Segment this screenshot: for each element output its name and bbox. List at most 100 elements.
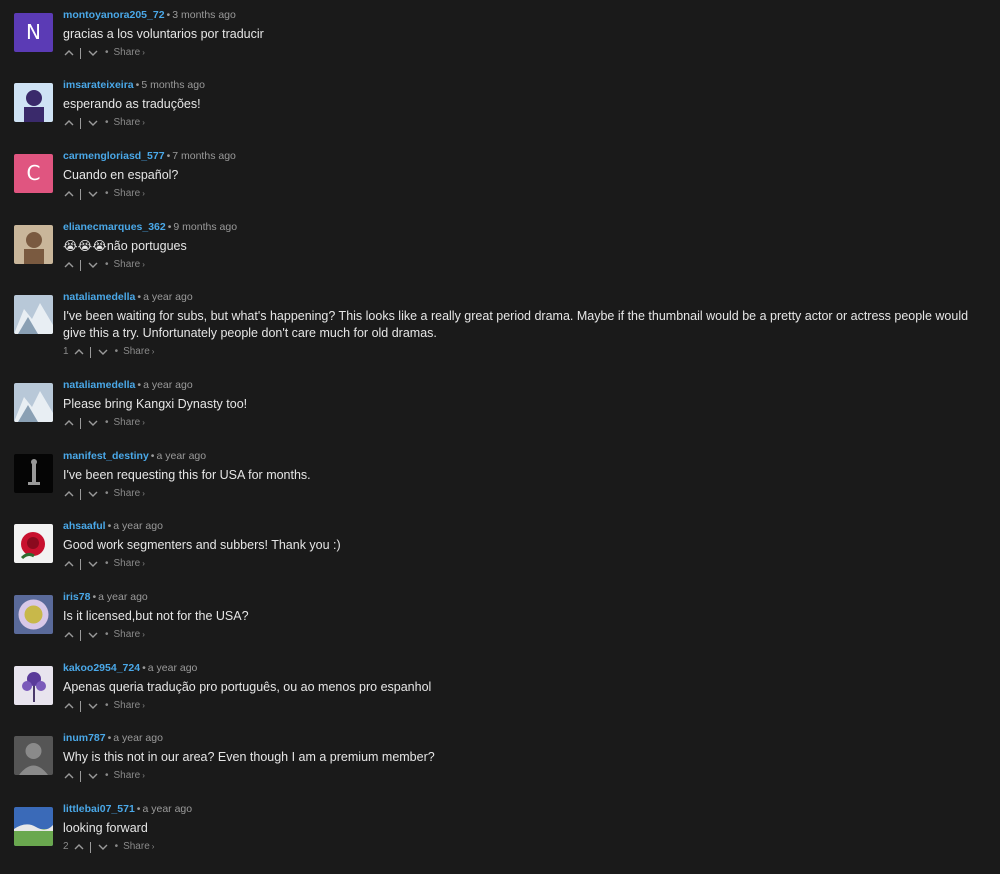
comment-actions: • Share › [63,768,978,784]
avatar[interactable] [14,454,53,493]
share-label: Share [113,488,141,499]
avatar[interactable] [14,666,53,705]
comments-list: Nmontoyanora205_72 • 3 months ago gracias a… [0,0,1000,874]
chevron-right-icon: › [142,771,145,780]
downvote-icon[interactable] [97,346,109,358]
downvote-icon[interactable] [87,47,99,59]
avatar[interactable] [14,83,53,122]
meta-separator: • [92,591,97,603]
avatar[interactable]: C [14,154,53,193]
upvote-icon[interactable] [63,117,75,129]
downvote-icon[interactable] [87,259,99,271]
chevron-right-icon: › [142,418,145,427]
meta-separator: • [167,221,172,233]
downvote-icon[interactable] [87,629,99,641]
avatar[interactable] [14,383,53,422]
action-separator: • [105,558,109,569]
comment-text: Apenas queria tradução pro português, ou… [63,680,432,694]
vote-divider [80,700,81,712]
comment-actions: • Share › [63,486,978,502]
share-button[interactable]: Share › [114,486,145,502]
avatar-letter: C [26,161,41,185]
comment-meta: littlebai07_571 • a year ago [63,802,978,816]
comment-actions: 2 • Share › [63,839,978,855]
share-button[interactable]: Share › [114,768,145,784]
avatar[interactable] [14,225,53,264]
action-separator: • [105,47,109,58]
upvote-icon[interactable] [63,417,75,429]
comment-text: 😭😭😭não portugues [63,239,187,253]
share-button[interactable]: Share › [114,45,145,61]
comment-content: manifest_destiny • a year ago I've been req… [63,449,978,502]
comment-meta: iris78 • a year ago [63,590,978,604]
avatar[interactable] [14,295,53,334]
comment-timestamp: a year ago [156,450,207,462]
username-link[interactable]: nataliamedella [63,291,135,303]
upvote-icon[interactable] [63,259,75,271]
vote-divider [80,417,81,429]
downvote-icon[interactable] [87,188,99,200]
upvote-icon[interactable] [63,558,75,570]
upvote-icon[interactable] [63,47,75,59]
username-link[interactable]: ahsaaful [63,520,106,532]
username-link[interactable]: manifest_destiny [63,450,149,462]
share-button[interactable]: Share › [114,415,145,431]
username-link[interactable]: montoyanora205_72 [63,9,165,21]
comment-text: Why is this not in our area? Even though… [63,750,435,764]
downvote-icon[interactable] [87,117,99,129]
username-link[interactable]: elianecmarques_362 [63,221,166,233]
downvote-icon[interactable] [87,770,99,782]
downvote-icon[interactable] [87,488,99,500]
comment-timestamp: 3 months ago [172,9,236,21]
comment-timestamp: 7 months ago [172,150,236,162]
action-separator: • [105,188,109,199]
like-count: 1 [63,346,69,357]
share-button[interactable]: Share › [114,556,145,572]
upvote-icon[interactable] [63,629,75,641]
landscape-avatar-icon [14,807,53,846]
upvote-icon[interactable] [63,488,75,500]
share-button[interactable]: Share › [114,115,145,131]
avatar[interactable]: N [14,13,53,52]
avatar[interactable] [14,736,53,775]
upvote-icon[interactable] [73,346,85,358]
avatar[interactable] [14,595,53,634]
comment-timestamp: a year ago [142,803,193,815]
downvote-icon[interactable] [87,417,99,429]
username-link[interactable]: carmengloriasd_577 [63,150,165,162]
comment-content: imsarateixeira • 5 months ago esperando as … [63,78,978,131]
downvote-icon[interactable] [87,558,99,570]
share-button[interactable]: Share › [123,344,154,360]
comment-actions: • Share › [63,556,978,572]
comment-text: I've been waiting for subs, but what's h… [63,309,969,340]
comment-content: nataliamedella • a year ago I've been waiti… [63,290,978,360]
share-button[interactable]: Share › [114,186,145,202]
username-link[interactable]: imsarateixeira [63,79,134,91]
share-label: Share [113,417,141,428]
upvote-icon[interactable] [73,841,85,853]
avatar[interactable] [14,524,53,563]
username-link[interactable]: iris78 [63,591,90,603]
share-button[interactable]: Share › [114,257,145,273]
share-label: Share [113,117,141,128]
upvote-icon[interactable] [63,700,75,712]
upvote-icon[interactable] [63,188,75,200]
avatar[interactable] [14,807,53,846]
share-button[interactable]: Share › [123,839,154,855]
mountain-avatar-icon [14,295,53,334]
username-link[interactable]: kakoo2954_724 [63,662,140,674]
comment-text: Please bring Kangxi Dynasty too! [63,397,248,411]
downvote-icon[interactable] [87,700,99,712]
comment-content: iris78 • a year ago Is it licensed,but not … [63,590,978,643]
share-label: Share [123,346,150,357]
vote-divider [80,770,81,782]
upvote-icon[interactable] [63,770,75,782]
share-button[interactable]: Share › [114,698,145,714]
photo-avatar-icon [14,225,53,264]
username-link[interactable]: nataliamedella [63,379,135,391]
downvote-icon[interactable] [97,841,109,853]
comment-meta: elianecmarques_362 • 9 months ago [63,220,978,234]
username-link[interactable]: inum787 [63,732,106,744]
share-button[interactable]: Share › [114,627,145,643]
username-link[interactable]: littlebai07_571 [63,803,135,815]
